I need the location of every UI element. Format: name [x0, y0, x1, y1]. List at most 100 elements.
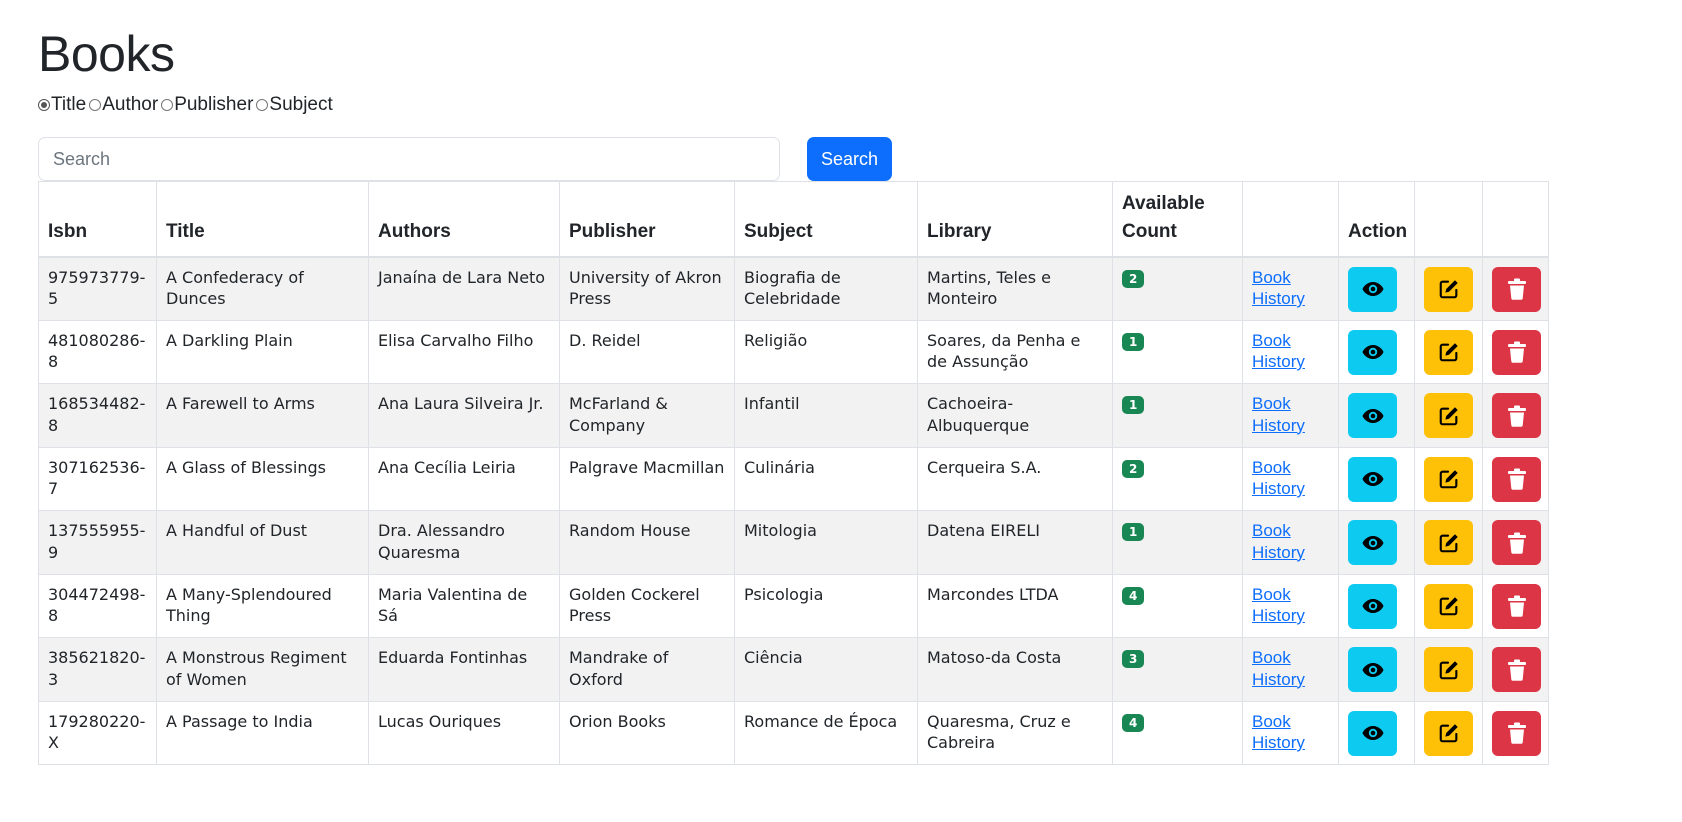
- cell-delete: [1482, 510, 1549, 575]
- edit-button[interactable]: [1424, 647, 1473, 692]
- cell-history: Book History: [1242, 383, 1339, 448]
- trash-icon: [1507, 659, 1526, 681]
- books-table: Isbn Title Authors Publisher Subject Lib…: [38, 181, 1549, 765]
- trash-icon: [1507, 468, 1526, 490]
- cell-library: Cerqueira S.A.: [917, 446, 1113, 511]
- cell-delete: [1482, 319, 1549, 384]
- cell-view: [1338, 383, 1415, 448]
- header-title: Title: [156, 181, 369, 258]
- radio-title[interactable]: Title: [38, 94, 86, 116]
- cell-authors: Janaína de Lara Neto: [368, 256, 560, 321]
- view-button[interactable]: [1348, 520, 1397, 565]
- search-button[interactable]: Search: [807, 137, 892, 181]
- trash-icon: [1507, 278, 1526, 300]
- cell-available-count: 1: [1112, 383, 1243, 448]
- delete-button[interactable]: [1492, 393, 1541, 438]
- cell-view: [1338, 573, 1415, 638]
- cell-library: Soares, da Penha e de Assunção: [917, 319, 1113, 384]
- view-button[interactable]: [1348, 647, 1397, 692]
- edit-button[interactable]: [1424, 266, 1473, 312]
- cell-isbn: 481080286-8: [38, 319, 157, 384]
- cell-isbn: 307162536-7: [38, 446, 157, 511]
- delete-button[interactable]: [1492, 647, 1541, 692]
- book-history-link[interactable]: Book History: [1252, 521, 1305, 562]
- book-history-link[interactable]: Book History: [1252, 394, 1305, 435]
- book-history-link[interactable]: Book History: [1252, 331, 1305, 372]
- cell-library: Quaresma, Cruz e Cabreira: [917, 700, 1113, 765]
- radio-subject[interactable]: Subject: [256, 94, 333, 116]
- radio-button[interactable]: [161, 99, 174, 111]
- view-button[interactable]: [1348, 583, 1397, 629]
- edit-button[interactable]: [1424, 583, 1473, 629]
- search-mode-radio-group: Title Author Publisher Subject: [38, 92, 336, 118]
- cell-delete: [1482, 700, 1549, 765]
- radio-button[interactable]: [256, 99, 269, 111]
- edit-button[interactable]: [1424, 520, 1473, 565]
- book-history-link[interactable]: Book History: [1252, 458, 1305, 499]
- cell-library: Martins, Teles e Monteiro: [917, 256, 1113, 321]
- header-action: Action: [1338, 181, 1415, 258]
- view-button[interactable]: [1348, 266, 1397, 312]
- cell-available-count: 2: [1112, 256, 1243, 321]
- search-input[interactable]: [38, 137, 780, 181]
- cell-history: Book History: [1242, 319, 1339, 384]
- cell-title: A Confederacy of Dunces: [156, 256, 369, 321]
- edit-button[interactable]: [1424, 710, 1473, 756]
- cell-isbn: 179280220-X: [38, 700, 157, 765]
- cell-edit: [1414, 510, 1483, 575]
- cell-view: [1338, 700, 1415, 765]
- view-button[interactable]: [1348, 456, 1397, 502]
- delete-button[interactable]: [1492, 329, 1541, 375]
- delete-button[interactable]: [1492, 710, 1541, 756]
- edit-icon: [1439, 597, 1458, 616]
- available-count-badge: 1: [1122, 332, 1145, 351]
- available-count-badge: 1: [1122, 523, 1145, 541]
- book-history-link[interactable]: Book History: [1252, 585, 1305, 626]
- view-button[interactable]: [1348, 329, 1397, 375]
- book-history-link[interactable]: Book History: [1252, 268, 1305, 309]
- cell-edit: [1414, 700, 1483, 765]
- eye-icon: [1362, 599, 1383, 613]
- radio-button[interactable]: [38, 99, 50, 111]
- available-count-badge: 2: [1122, 459, 1145, 478]
- radio-author[interactable]: Author: [89, 94, 158, 116]
- edit-button[interactable]: [1424, 393, 1473, 438]
- edit-icon: [1439, 470, 1458, 489]
- radio-publisher[interactable]: Publisher: [161, 94, 253, 116]
- eye-icon: [1362, 345, 1383, 359]
- cell-subject: Mitologia: [734, 510, 918, 575]
- cell-authors: Elisa Carvalho Filho: [368, 319, 560, 384]
- view-button[interactable]: [1348, 710, 1397, 756]
- cell-available-count: 2: [1112, 446, 1243, 511]
- delete-button[interactable]: [1492, 266, 1541, 312]
- cell-isbn: 304472498-8: [38, 573, 157, 638]
- delete-button[interactable]: [1492, 520, 1541, 565]
- available-count-badge: 4: [1122, 586, 1145, 605]
- header-authors: Authors: [368, 181, 560, 258]
- book-history-link[interactable]: Book History: [1252, 648, 1305, 689]
- cell-subject: Ciência: [734, 637, 918, 702]
- cell-publisher: University of Akron Press: [559, 256, 735, 321]
- edit-button[interactable]: [1424, 456, 1473, 502]
- radio-button[interactable]: [89, 99, 102, 111]
- cell-delete: [1482, 256, 1549, 321]
- book-history-link[interactable]: Book History: [1252, 712, 1305, 753]
- cell-library: Datena EIRELI: [917, 510, 1113, 575]
- header-delete: [1482, 181, 1549, 258]
- delete-button[interactable]: [1492, 583, 1541, 629]
- available-count-badge: 3: [1122, 650, 1145, 668]
- table-row: 481080286-8 A Darkling Plain Elisa Carva…: [38, 319, 1549, 384]
- cell-subject: Biografia de Celebridade: [734, 256, 918, 321]
- delete-button[interactable]: [1492, 456, 1541, 502]
- cell-subject: Romance de Época: [734, 700, 918, 765]
- cell-title: A Many-Splendoured Thing: [156, 573, 369, 638]
- view-button[interactable]: [1348, 393, 1397, 438]
- cell-isbn: 168534482-8: [38, 383, 157, 448]
- table-row: 975973779-5 A Confederacy of Dunces Jana…: [38, 256, 1549, 321]
- edit-icon: [1439, 533, 1458, 552]
- edit-button[interactable]: [1424, 329, 1473, 375]
- cell-authors: Dra. Alessandro Quaresma: [368, 510, 560, 575]
- cell-subject: Culinária: [734, 446, 918, 511]
- table-row: 385621820-3 A Monstrous Regiment of Wome…: [38, 637, 1549, 702]
- cell-edit: [1414, 383, 1483, 448]
